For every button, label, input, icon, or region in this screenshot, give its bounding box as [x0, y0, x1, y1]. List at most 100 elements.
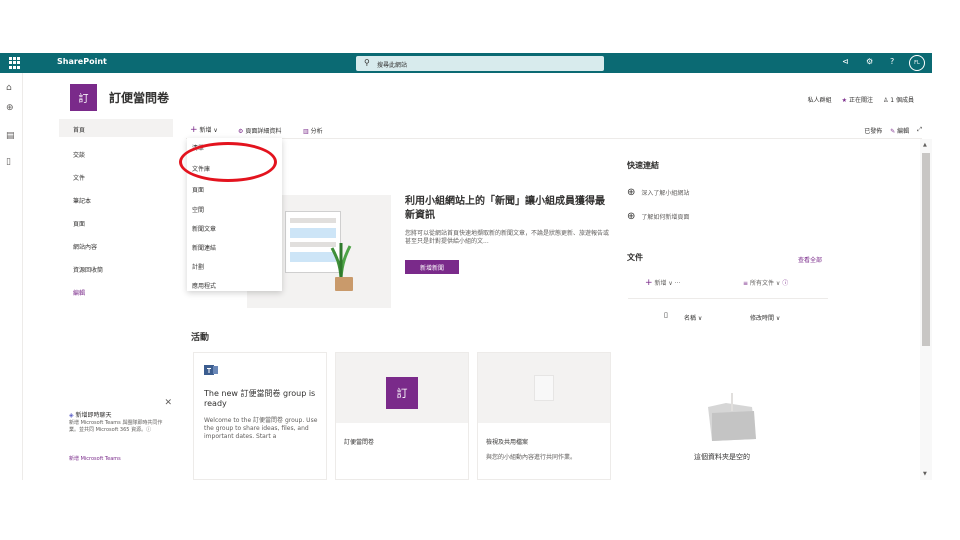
card-description: 與您的小組動內容進行共同作業。 — [486, 454, 577, 461]
quicklink-item[interactable]: ⊕ 深入了解小組網站 — [627, 187, 689, 198]
menu-item-space[interactable]: 空間 — [192, 205, 204, 214]
search-icon: ⚲ — [364, 58, 370, 67]
column-header-name[interactable]: 名稱 ∨ — [684, 313, 702, 322]
published-status: 已發佈 — [864, 127, 883, 135]
column-header-modified[interactable]: 修改時間 ∨ — [750, 313, 780, 322]
help-icon[interactable]: ? — [890, 57, 894, 66]
following-label: 正在關注 — [848, 97, 873, 104]
promo-title: ◈ 新增即時聊天 — [69, 410, 112, 419]
nav-item-documents[interactable]: 文件 — [73, 173, 85, 182]
nav-item-conversations[interactable]: 交談 — [73, 150, 85, 159]
teams-promo: ✕ ◈ 新增即時聊天 新增 Microsoft Teams 與團隊即時共同作業。… — [59, 396, 173, 480]
command-bar: + 新增 ∨ ⚙ 頁面詳細資料 ▥ 分析 已發佈 ✎ 編輯 ⤢ — [186, 122, 922, 138]
command-bar-right: 已發佈 ✎ 編輯 ⤢ — [864, 126, 922, 135]
nav-item-edit[interactable]: 編輯 — [73, 288, 85, 297]
search-box[interactable]: ⚲ 搜尋此網站 — [356, 56, 604, 71]
menu-item-news-link[interactable]: 新聞連結 — [192, 243, 216, 252]
news-icon[interactable]: ▤ — [6, 131, 15, 141]
person-icon: ♙ — [882, 97, 889, 104]
card-body: Welcome to the 訂便當問卷 group. Use the grou… — [204, 417, 318, 440]
gear-icon[interactable]: ⚙ — [866, 57, 873, 66]
plus-icon: + — [645, 278, 653, 288]
megaphone-icon[interactable]: ⊲ — [842, 57, 849, 66]
site-header-actions: 私人群組 ★ 正在關注 ♙ 1 個成員 — [808, 95, 914, 104]
follow-button[interactable]: ★ 正在關注 — [842, 95, 873, 104]
pencil-icon: ✎ — [890, 127, 896, 135]
scroll-down-icon[interactable]: ▼ — [923, 471, 927, 477]
quicklinks-title: 快速連結 — [627, 161, 659, 170]
illustration-bar — [290, 218, 336, 223]
scroll-up-icon[interactable]: ▲ — [923, 142, 927, 148]
empty-folder-icon — [708, 393, 756, 441]
quicklink-item[interactable]: ⊕ 了解如何新增頁面 — [627, 211, 689, 222]
documents-divider — [628, 298, 828, 299]
see-all-link[interactable]: 查看全部 — [798, 255, 822, 264]
expand-icon[interactable]: ⤢ — [917, 126, 922, 135]
suite-bar: SharePoint ⚲ 搜尋此網站 ⊲ ⚙ ? FL — [0, 53, 932, 73]
info-icon[interactable]: ⓘ — [782, 280, 788, 287]
globe-icon[interactable]: ⊕ — [6, 103, 14, 113]
chevron-down-icon: ∨ — [668, 280, 673, 287]
close-icon[interactable]: ✕ — [164, 398, 172, 408]
edit-label: 編輯 — [897, 127, 910, 135]
globe-icon: ⊕ — [627, 187, 636, 198]
nav-item-site-contents[interactable]: 網站內容 — [73, 242, 97, 251]
members-button[interactable]: ♙ 1 個成員 — [883, 95, 914, 104]
nav-item-notebook[interactable]: 筆記本 — [73, 196, 91, 205]
new-label: 新增 — [199, 127, 212, 134]
analytics-button[interactable]: ▥ 分析 — [303, 126, 323, 135]
activity-card-group[interactable]: The new 訂便當問卷 group is ready Welcome to … — [193, 352, 327, 480]
menu-item-plan[interactable]: 計劃 — [192, 262, 204, 271]
nav-item-recycle-bin[interactable]: 資源回收筒 — [73, 265, 103, 274]
activity-card-files[interactable]: 檢視及共用檔案 與您的小組動內容進行共同作業。 — [477, 352, 611, 480]
plant-pot — [335, 277, 353, 291]
nav-item-pages[interactable]: 頁面 — [73, 219, 85, 228]
page-details-label: 頁面詳細資料 — [245, 127, 282, 135]
menu-item-page[interactable]: 頁面 — [192, 185, 204, 194]
gear-icon: ⚙ — [238, 127, 244, 135]
plant-icon — [330, 243, 352, 278]
nav-item-home[interactable]: 首頁 — [73, 125, 85, 134]
edit-button[interactable]: ✎ 編輯 — [890, 126, 909, 135]
site-title[interactable]: 訂便當問卷 — [109, 89, 169, 106]
more-icon[interactable]: ··· — [675, 280, 681, 287]
search-placeholder: 搜尋此網站 — [377, 62, 408, 69]
quicklink-label: 深入了解小組網站 — [641, 190, 690, 197]
file-icon[interactable]: ▯ — [6, 157, 11, 167]
activity-card-site[interactable]: 訂 訂便當問卷 — [335, 352, 469, 480]
scrollbar-thumb[interactable] — [922, 153, 930, 346]
documents-new-button[interactable]: + 新增 ∨ ··· — [645, 278, 680, 288]
app-launcher-icon[interactable] — [9, 57, 21, 69]
promo-body: 新增 Microsoft Teams 與團隊即時共同作業。並共同 Microso… — [69, 420, 163, 433]
teams-icon — [204, 365, 218, 375]
documents-new-label: 新增 — [654, 280, 667, 287]
menu-item-app[interactable]: 應用程式 — [192, 281, 216, 290]
app-name[interactable]: SharePoint — [57, 57, 107, 66]
illustration-bar — [290, 228, 336, 238]
teams-icon: ◈ — [69, 412, 74, 419]
list-icon: ≡ — [743, 280, 749, 287]
chart-icon: ▥ — [303, 127, 309, 135]
view-selector[interactable]: ≡ 所有文件 ∨ ⓘ — [743, 278, 788, 287]
empty-folder-text: 這個資料夾是空的 — [694, 453, 750, 461]
add-news-button[interactable]: 新增新聞 — [405, 260, 459, 274]
new-button[interactable]: + 新增 ∨ — [190, 125, 218, 135]
card-title: The new 訂便當問卷 group is ready — [204, 389, 316, 408]
add-teams-link[interactable]: 新增 Microsoft Teams — [69, 455, 121, 462]
news-description: 您將可以從網站首頁快速地擷取新的新聞文章，不論是狀態更新、旅遊報告或甚至只是針對… — [405, 230, 610, 245]
globe-icon: ⊕ — [627, 211, 636, 222]
sharepoint-window: SharePoint ⚲ 搜尋此網站 ⊲ ⚙ ? FL ⌂ ⊕ ▤ ▯ 訂 訂便… — [0, 53, 932, 480]
avatar[interactable]: FL — [909, 55, 925, 71]
quicklink-label: 了解如何新增頁面 — [641, 214, 690, 221]
site-logo[interactable]: 訂 — [70, 84, 97, 111]
private-group-label: 私人群組 — [807, 97, 832, 104]
card-title: 檢視及共用檔案 — [486, 439, 529, 446]
home-icon[interactable]: ⌂ — [6, 83, 12, 93]
news-headline: 利用小組網站上的「新聞」讓小組成員獲得最新資訊 — [405, 196, 605, 221]
menu-item-news-post[interactable]: 新聞文章 — [192, 224, 216, 233]
page-details-button[interactable]: ⚙ 頁面詳細資料 — [238, 126, 281, 135]
activity-title: 活動 — [191, 333, 210, 343]
members-label: 1 個成員 — [890, 97, 914, 104]
document-icon — [534, 375, 554, 401]
site-logo: 訂 — [386, 377, 418, 409]
